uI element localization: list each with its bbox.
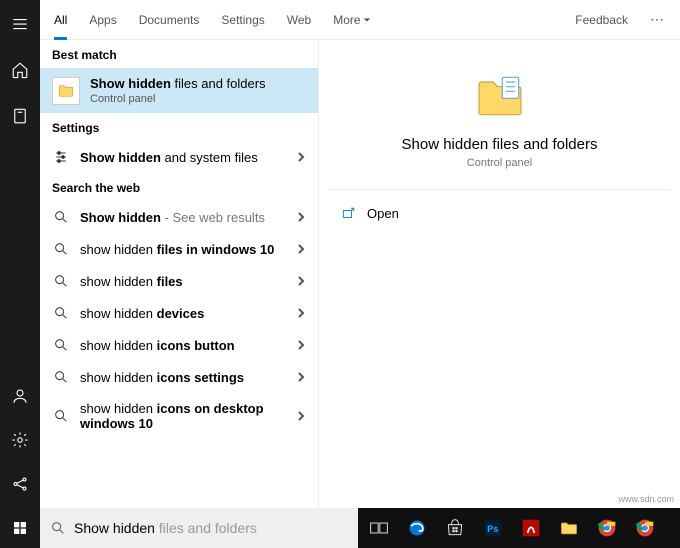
tab-settings[interactable]: Settings [221, 1, 264, 39]
tab-documents[interactable]: Documents [139, 1, 200, 39]
best-match-item[interactable]: Show hidden files and folders Control pa… [40, 68, 318, 113]
search-icon [52, 209, 70, 225]
search-icon [50, 520, 66, 536]
section-search-web: Search the web [40, 173, 318, 201]
settings-gear-icon[interactable] [0, 424, 40, 456]
web-result-item[interactable]: show hidden icons on desktop windows 10 [40, 393, 318, 439]
chevron-right-icon [296, 210, 306, 225]
chrome-icon-2[interactable] [630, 513, 660, 543]
web-result-item[interactable]: show hidden icons settings [40, 361, 318, 393]
section-settings: Settings [40, 113, 318, 141]
open-action[interactable]: Open [329, 198, 670, 229]
taskbar: Ps [358, 508, 680, 548]
recent-icon[interactable] [0, 100, 40, 132]
search-panel: All Apps Documents Settings Web More Fee… [40, 0, 680, 548]
edge-icon[interactable] [402, 513, 432, 543]
best-match-subtitle: Control panel [90, 93, 266, 105]
tab-all[interactable]: All [54, 1, 67, 39]
bottom-bar: Show hidden files and folders Ps [40, 508, 680, 548]
search-input[interactable]: Show hidden files and folders [40, 508, 358, 548]
explorer-icon[interactable] [554, 513, 584, 543]
chevron-right-icon [296, 409, 306, 424]
tab-apps[interactable]: Apps [89, 1, 116, 39]
web-result-item[interactable]: Show hidden - See web results [40, 201, 318, 233]
chevron-right-icon [296, 338, 306, 353]
share-icon[interactable] [0, 468, 40, 500]
search-icon [52, 305, 70, 321]
web-result-item[interactable]: show hidden files in windows 10 [40, 233, 318, 265]
open-icon [341, 207, 355, 221]
windows-start-icon[interactable] [0, 512, 40, 544]
best-match-title: Show hidden files and folders [90, 76, 266, 91]
chevron-right-icon [296, 242, 306, 257]
feedback-link[interactable]: Feedback [575, 13, 628, 27]
chevron-right-icon [296, 150, 306, 165]
hamburger-icon[interactable] [0, 8, 40, 40]
results-list: Best match Show hidden files and folders… [40, 40, 318, 508]
watermark: www.sdn.com [618, 494, 674, 504]
tab-more[interactable]: More [333, 1, 370, 39]
preview-subtitle: Control panel [467, 157, 532, 169]
filter-tabs: All Apps Documents Settings Web More Fee… [40, 0, 680, 40]
home-icon[interactable] [0, 54, 40, 86]
overflow-menu-icon[interactable]: ⋯ [650, 11, 666, 28]
section-best-match: Best match [40, 40, 318, 68]
web-result-item[interactable]: show hidden icons button [40, 329, 318, 361]
chevron-right-icon [296, 306, 306, 321]
search-icon [52, 337, 70, 353]
chevron-right-icon [296, 274, 306, 289]
preview-folder-icon [472, 68, 528, 124]
svg-text:Ps: Ps [487, 524, 498, 534]
task-view-icon[interactable] [364, 513, 394, 543]
chrome-icon[interactable] [592, 513, 622, 543]
web-result-item[interactable]: show hidden files [40, 265, 318, 297]
sliders-icon [52, 149, 70, 165]
acrobat-icon[interactable] [516, 513, 546, 543]
preview-title: Show hidden files and folders [402, 136, 598, 153]
preview-pane: Show hidden files and folders Control pa… [318, 40, 680, 508]
photoshop-icon[interactable]: Ps [478, 513, 508, 543]
tab-web[interactable]: Web [287, 1, 311, 39]
store-icon[interactable] [440, 513, 470, 543]
web-result-item[interactable]: show hidden devices [40, 297, 318, 329]
user-icon[interactable] [0, 380, 40, 412]
search-icon [52, 369, 70, 385]
search-icon [52, 241, 70, 257]
folder-icon [52, 77, 80, 105]
settings-item[interactable]: Show hidden and system files [40, 141, 318, 173]
start-rail [0, 0, 40, 548]
search-icon [52, 273, 70, 289]
search-icon [52, 408, 70, 424]
chevron-right-icon [296, 370, 306, 385]
